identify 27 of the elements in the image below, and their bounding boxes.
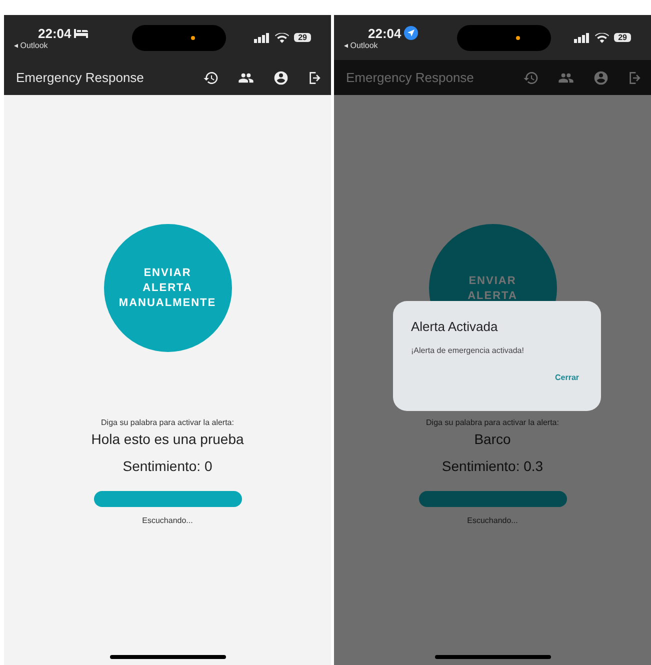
wifi-icon (595, 32, 610, 42)
battery-level: 29 (294, 33, 311, 42)
listening-status: Escuchando... (467, 516, 518, 525)
send-alert-button[interactable]: ENVIAR ALERTA MANUALMENTE (104, 224, 232, 352)
signal-icon (254, 32, 270, 42)
logout-icon[interactable] (307, 70, 323, 86)
location-icon (404, 26, 418, 40)
signal-icon (574, 32, 590, 42)
close-button[interactable]: Cerrar (550, 371, 583, 384)
app-title: Emergency Response (346, 70, 474, 85)
app-title: Emergency Response (16, 70, 144, 85)
prompt-text: Diga su palabra para activar la alerta: (101, 418, 234, 427)
wifi-icon (275, 32, 290, 42)
status-time: 22:04 (38, 26, 72, 40)
bed-icon (74, 28, 88, 38)
account-icon[interactable] (273, 70, 289, 86)
sentiment-text: Sentimiento: 0 (122, 458, 212, 474)
transcript-text: Barco (474, 431, 511, 447)
back-link[interactable]: ◂ Outlook (14, 40, 104, 50)
sentiment-text: Sentimiento: 0.3 (442, 458, 544, 474)
battery-level: 29 (614, 33, 631, 42)
status-time: 22:04 (368, 26, 402, 40)
listening-status: Escuchando... (142, 516, 193, 525)
prompt-text: Diga su palabra para activar la alerta: (426, 418, 559, 427)
transcript-text: Hola esto es una prueba (91, 431, 244, 447)
back-link[interactable]: ◂ Outlook (344, 40, 434, 50)
history-icon[interactable] (203, 70, 219, 86)
